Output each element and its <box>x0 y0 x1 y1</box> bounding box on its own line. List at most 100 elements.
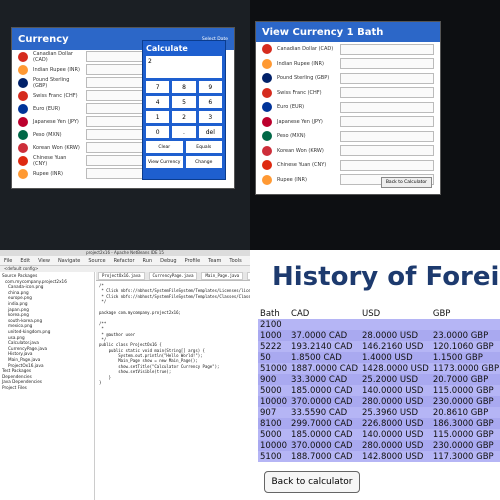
flag-icon <box>262 58 272 69</box>
calc-key[interactable]: 5 <box>172 96 196 108</box>
menu-item[interactable]: View <box>38 258 50 264</box>
back-to-calculator-button[interactable]: Back to calculator <box>264 471 360 493</box>
calc-key[interactable]: 2 <box>172 111 196 123</box>
currency-label: Chinese Yuan (CNY) <box>277 162 327 169</box>
currency-amount-field[interactable] <box>340 116 434 128</box>
table-row: 50 1.8500 CAD 1.4000 USD 1.1500 GBP <box>258 352 500 363</box>
calc-key[interactable]: 7 <box>146 81 170 93</box>
table-cell: 142.8000 USD <box>362 451 424 462</box>
view-currency-list: Canadian Dollar (CAD) Indian Rupee (INR) P… <box>256 42 440 187</box>
menu-item[interactable]: Navigate <box>58 258 80 264</box>
table-cell: 280.0000 USD <box>362 396 424 407</box>
calc-key[interactable]: 3 <box>198 111 222 123</box>
flag-icon <box>262 87 272 98</box>
calc-key[interactable]: 0 <box>146 126 170 138</box>
currency-amount-field[interactable] <box>86 142 144 153</box>
calc-key[interactable]: 6 <box>198 96 222 108</box>
currency-amount-field[interactable] <box>340 145 434 157</box>
table-row: 900 33.3000 CAD 25.2000 USD 20.7000 GBP <box>258 374 500 385</box>
currency-amount-field[interactable] <box>340 159 434 171</box>
flag-icon <box>262 73 272 84</box>
table-cell: 185.0000 CAD <box>291 429 353 440</box>
table-row: 5000 185.0000 CAD 140.0000 USD 115.0000 GBP <box>258 429 500 440</box>
table-cell: 140.0000 USD <box>362 385 424 396</box>
editor-tab[interactable]: ProjectOx16.java <box>98 272 145 280</box>
currency-amount-field[interactable] <box>86 129 144 140</box>
table-cell: 5222 <box>260 341 282 352</box>
flag-icon <box>18 129 28 140</box>
calc-key[interactable]: 4 <box>146 96 170 108</box>
currency-amount-field[interactable] <box>86 155 144 166</box>
currency-label: Pound Sterling (GBP) <box>277 75 330 82</box>
calc-key[interactable]: 9 <box>198 81 222 93</box>
calc-key[interactable]: 1 <box>146 111 170 123</box>
table-cell: 51000 <box>260 363 288 374</box>
currency-row: Indian Rupee (INR) <box>256 57 440 72</box>
currency-amount-field[interactable] <box>340 58 434 70</box>
netbeans-ide-panel: project2x16 - Apache NetBeans IDE 15 Fil… <box>0 250 250 500</box>
calc-key[interactable]: 8 <box>172 81 196 93</box>
editor-tab[interactable]: Main_Page.java <box>201 272 244 280</box>
menu-item[interactable]: Source <box>88 258 105 264</box>
code-content[interactable]: /* * Click nbfs://nbhost/SystemFileSyste… <box>96 281 250 387</box>
currency-label: Rupee (INR) <box>33 170 63 177</box>
menu-item[interactable]: Debug <box>160 258 176 264</box>
menu-item[interactable]: File <box>4 258 12 264</box>
flag-icon <box>18 77 28 88</box>
clear-button[interactable]: Clear <box>146 141 183 153</box>
currency-amount-field[interactable] <box>340 72 434 84</box>
currency-calculator-panel: Currency Select Date Canadian Dollar (CA… <box>0 0 250 250</box>
calculator-display[interactable]: 2 <box>146 56 222 78</box>
table-cell: 1.4000 USD <box>362 352 413 363</box>
calc-key[interactable]: del <box>198 126 222 138</box>
change-button[interactable]: Change <box>185 156 222 168</box>
back-to-calculator-button[interactable]: Back to Calculator <box>380 177 432 188</box>
table-cell: 900 <box>260 374 277 385</box>
currency-amount-field[interactable] <box>86 51 144 62</box>
currency-amount-field[interactable] <box>340 130 434 142</box>
currency-label: Swiss Franc (CHF) <box>33 92 78 99</box>
config-select[interactable]: <default config> <box>4 266 38 271</box>
currency-label: Indian Rupee (INR) <box>277 60 324 67</box>
menu-item[interactable]: Tools <box>229 258 241 264</box>
currency-amount-field[interactable] <box>340 43 434 55</box>
calc-key[interactable]: . <box>172 126 196 138</box>
calculator-title: Calculate <box>146 44 188 53</box>
currency-amount-field[interactable] <box>86 77 144 88</box>
table-cell: 5000 <box>260 429 282 440</box>
currency-amount-field[interactable] <box>86 103 144 114</box>
tree-item[interactable]: Project Files <box>2 385 92 391</box>
editor-tab[interactable]: CurrencyPage.java <box>148 272 198 280</box>
table-cell: 2100 <box>260 319 282 330</box>
table-cell: 10000 <box>260 396 288 407</box>
menu-item[interactable]: Edit <box>20 258 30 264</box>
currency-label: Canadian Dollar (CAD) <box>277 46 334 53</box>
currency-amount-field[interactable] <box>86 90 144 101</box>
flag-icon <box>18 64 28 75</box>
view-currency-button[interactable]: View Currency <box>146 156 183 168</box>
table-row: 2100 <box>258 319 500 330</box>
currency-amount-field[interactable] <box>340 101 434 113</box>
code-editor[interactable]: ProjectOx16.java CurrencyPage.java Main_Pa… <box>96 272 250 500</box>
table-cell: 20.7000 GBP <box>432 374 489 385</box>
menu-item[interactable]: Refactor <box>114 258 135 264</box>
calculator-keys: 7 8 9 4 5 6 1 2 3 0. del <box>146 81 222 138</box>
equals-button[interactable]: Equals <box>185 141 222 153</box>
currency-amount-field[interactable] <box>86 116 144 127</box>
menu-item[interactable]: Run <box>143 258 153 264</box>
currency-amount-field[interactable] <box>340 87 434 99</box>
view-currency-panel: View Currency 1 Bath Canadian Dollar (CA… <box>250 0 500 250</box>
project-tree: Source Packages com.mycompany.project2x16… <box>0 272 95 500</box>
currency-amount-field[interactable] <box>86 168 144 179</box>
currency-amount-field[interactable] <box>86 64 144 75</box>
flag-icon <box>18 51 28 62</box>
currency-title: Currency <box>18 33 69 45</box>
table-cell: 280.0000 USD <box>362 440 424 451</box>
menu-item[interactable]: Profile <box>185 258 201 264</box>
currency-label: Chinese Yuan (CNY) <box>33 154 67 167</box>
table-cell: 226.8000 USD <box>362 418 424 429</box>
menu-item[interactable]: Team <box>208 258 221 264</box>
flag-icon <box>262 160 272 171</box>
column-header: CAD <box>289 308 361 319</box>
currency-row: Japanese Yen (JPY) <box>256 115 440 130</box>
